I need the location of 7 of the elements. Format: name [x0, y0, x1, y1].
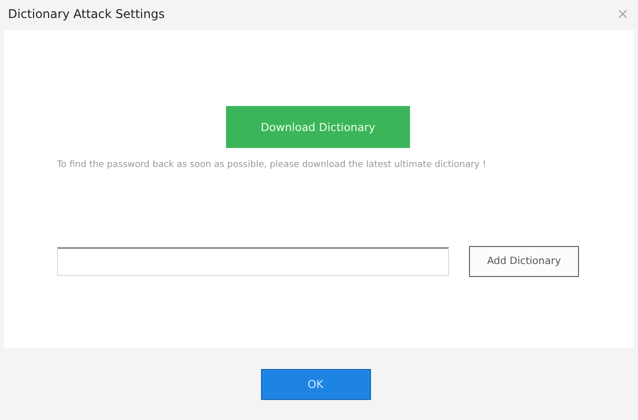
download-dictionary-button[interactable]: Download Dictionary — [226, 106, 410, 148]
hint-text: To find the password back as soon as possible, please download the latest ultimate dictionary ! — [57, 160, 488, 170]
add-dictionary-button[interactable]: Add Dictionary — [469, 246, 579, 277]
ok-button[interactable]: OK — [260, 368, 370, 400]
dictionary-path-field[interactable] — [57, 247, 449, 276]
window-title: Dictionary Attack Settings — [8, 7, 165, 21]
close-button[interactable]: × — [615, 5, 630, 23]
